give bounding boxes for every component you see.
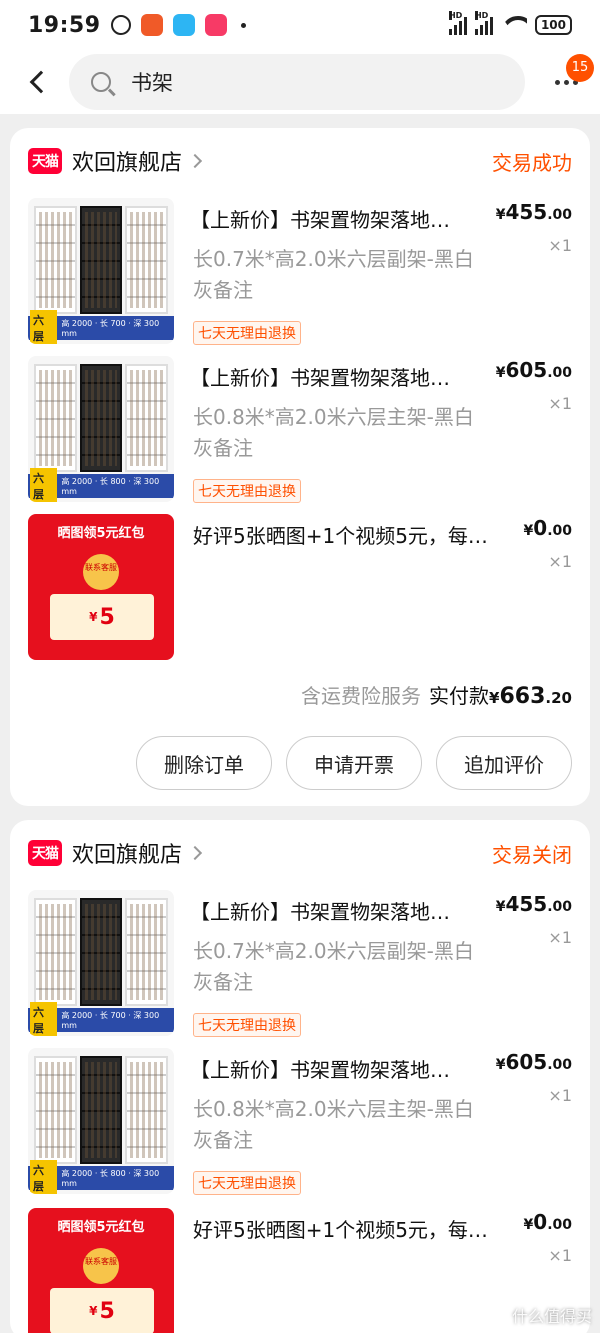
item-price: ¥605.00 (495, 1050, 572, 1074)
battery-indicator: 100 (534, 15, 572, 35)
item-title: 【上新价】书架置物架落地… (190, 900, 450, 924)
signal-icon-2: HD (474, 11, 493, 35)
item-title: 【上新价】书架置物架落地… (190, 366, 450, 390)
top-nav: 书架 15 (0, 50, 600, 114)
order-item[interactable]: 六层高 2000 · 长 800 · 深 300 mm 【上新价】书架置物架落地… (28, 1048, 572, 1195)
item-spec: 长0.8米*高2.0米六层主架-黑白灰备注 (193, 405, 474, 460)
shop-header[interactable]: 天猫 欢回旗舰店 交易关闭 (28, 838, 572, 868)
item-spec: 长0.8米*高2.0米六层主架-黑白灰备注 (193, 1097, 474, 1152)
promo-image[interactable]: 晒图领5元红包 联系客服 ¥5 (28, 514, 174, 660)
order-actions: 删除订单 申请开票 追加评价 (136, 736, 572, 790)
order-card[interactable]: 天猫 欢回旗舰店 交易关闭 六层高 2000 · 长 700 · 深 300 m… (10, 820, 590, 1333)
status-time: 19:59 (28, 12, 101, 38)
product-image[interactable]: 六层高 2000 · 长 800 · 深 300 mm (28, 1048, 174, 1194)
chat-notification-icon (172, 14, 195, 36)
alarm-icon (110, 15, 131, 35)
back-button[interactable] (12, 56, 64, 108)
search-query: 书架 (131, 71, 173, 95)
item-title: 好评5张晒图+1个视频5元，每… (193, 524, 488, 548)
add-review-button[interactable]: 追加评价 (436, 736, 572, 790)
search-icon (91, 72, 111, 92)
item-quantity: ×1 (548, 1246, 572, 1265)
order-item[interactable]: 六层高 2000 · 长 700 · 深 300 mm 【上新价】书架置物架落地… (28, 198, 572, 345)
item-title: 好评5张晒图+1个视频5元，每… (193, 1218, 488, 1242)
tmall-logo: 天猫 (28, 148, 62, 174)
product-image[interactable]: 六层高 2000 · 长 800 · 深 300 mm (28, 356, 174, 502)
order-summary: 含运费险服务 实付款¥663.20 (301, 680, 572, 709)
watermark: 什么值得买 (489, 1303, 592, 1327)
item-quantity: ×1 (548, 394, 572, 413)
shop-name[interactable]: 欢回旗舰店 (72, 145, 182, 177)
paid-amount: ¥663.20 (489, 684, 572, 709)
product-image[interactable]: 六层高 2000 · 长 700 · 深 300 mm (28, 198, 174, 344)
order-status: 交易关闭 (492, 842, 572, 867)
chevron-right-icon (187, 153, 203, 169)
message-count-badge: 15 (566, 54, 594, 82)
delete-order-button[interactable]: 删除订单 (136, 736, 272, 790)
watermark-logo-icon (489, 1306, 508, 1324)
item-title: 【上新价】书架置物架落地… (190, 1058, 450, 1082)
tmall-logo: 天猫 (28, 840, 62, 866)
request-invoice-button[interactable]: 申请开票 (286, 736, 422, 790)
status-bar: 19:59 HD HD 100 (0, 0, 600, 50)
item-spec: 长0.7米*高2.0米六层副架-黑白灰备注 (193, 247, 474, 302)
paid-label: 实付款 (429, 684, 490, 708)
signal-icon: HD (448, 11, 467, 35)
item-price: ¥605.00 (495, 358, 572, 382)
item-price: ¥0.00 (523, 1210, 572, 1234)
shop-header[interactable]: 天猫 欢回旗舰店 交易成功 (28, 146, 572, 176)
item-price: ¥455.00 (495, 892, 572, 916)
item-title: 【上新价】书架置物架落地… (190, 208, 450, 232)
chevron-right-icon (187, 845, 203, 861)
more-button[interactable]: 15 (550, 54, 594, 102)
item-quantity: ×1 (548, 236, 572, 255)
search-input[interactable]: 书架 (69, 54, 525, 110)
item-quantity: ×1 (548, 552, 572, 571)
more-notifications-icon (240, 22, 246, 28)
return-policy-tag: 七天无理由退换 (193, 1171, 301, 1195)
app-notification-icon (140, 14, 163, 36)
product-image[interactable]: 六层高 2000 · 长 700 · 深 300 mm (28, 890, 174, 1036)
order-status: 交易成功 (492, 150, 572, 175)
promo-image[interactable]: 晒图领5元红包 联系客服 ¥5 (28, 1208, 174, 1333)
order-card[interactable]: 天猫 欢回旗舰店 交易成功 六层高 2000 · 长 700 · 深 300 m… (10, 128, 590, 806)
back-arrow-icon (29, 70, 53, 94)
order-item[interactable]: 六层高 2000 · 长 800 · 深 300 mm 【上新价】书架置物架落地… (28, 356, 572, 503)
order-item[interactable]: 晒图领5元红包 联系客服 ¥5 好评5张晒图+1个视频5元，每… ¥0.00 ×… (28, 514, 572, 660)
wifi-icon (501, 16, 527, 34)
shop-name[interactable]: 欢回旗舰店 (72, 837, 182, 869)
item-price: ¥455.00 (495, 200, 572, 224)
more-dots-icon (554, 79, 560, 85)
shop-notification-icon (204, 14, 227, 36)
order-item[interactable]: 六层高 2000 · 长 700 · 深 300 mm 【上新价】书架置物架落地… (28, 890, 572, 1037)
item-spec: 长0.7米*高2.0米六层副架-黑白灰备注 (193, 939, 474, 994)
return-policy-tag: 七天无理由退换 (193, 1013, 301, 1037)
return-policy-tag: 七天无理由退换 (193, 321, 301, 345)
shipping-note: 含运费险服务 (301, 684, 422, 708)
item-quantity: ×1 (548, 1086, 572, 1105)
item-quantity: ×1 (548, 928, 572, 947)
return-policy-tag: 七天无理由退换 (193, 479, 301, 503)
item-price: ¥0.00 (523, 516, 572, 540)
